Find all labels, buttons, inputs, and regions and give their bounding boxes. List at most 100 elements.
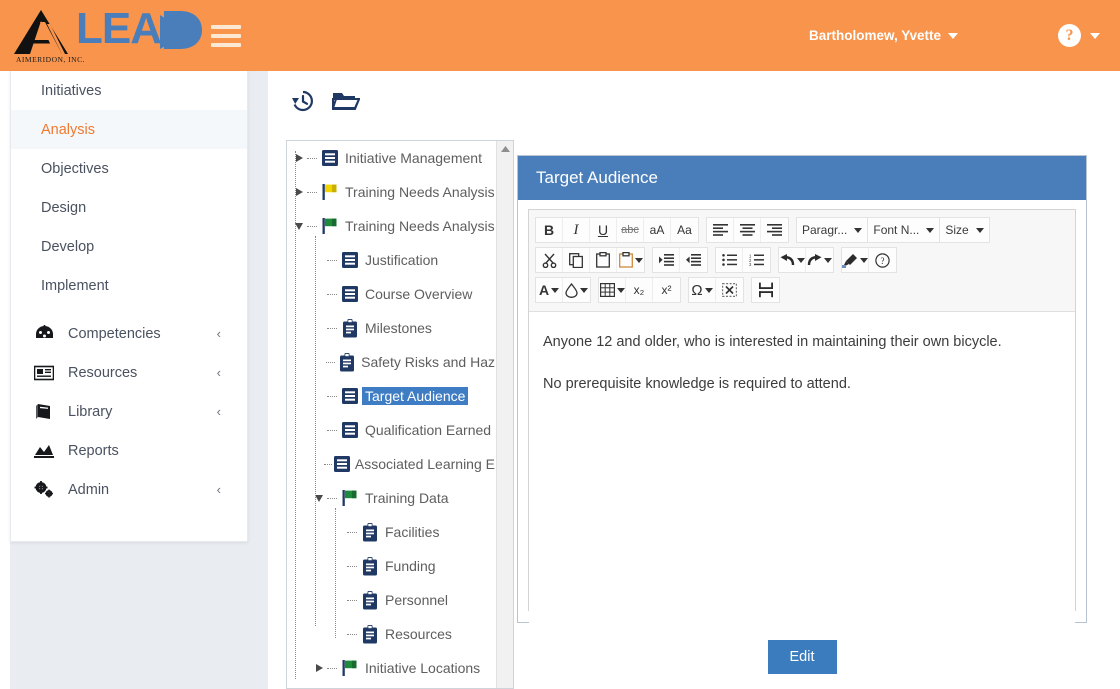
- tree-node[interactable]: Target Audience: [287, 379, 498, 413]
- chevron-down-icon: [824, 257, 832, 263]
- edit-button[interactable]: Edit: [767, 640, 837, 674]
- tree-node-label: Training Needs Analysis: [345, 218, 495, 234]
- paste-icon[interactable]: [590, 248, 617, 272]
- tree-expander-collapsed-icon[interactable]: [291, 187, 307, 197]
- undo-icon[interactable]: [779, 248, 806, 272]
- tree-node[interactable]: Training Needs Analysis: [287, 209, 498, 243]
- underline-icon[interactable]: U: [590, 218, 617, 242]
- help-circle-icon[interactable]: ?: [869, 248, 896, 272]
- hamburger-menu-icon[interactable]: [211, 24, 241, 47]
- user-account-menu[interactable]: Bartholomew, Yvette: [809, 28, 958, 43]
- chevron-down-icon: [975, 227, 984, 233]
- subscript-icon[interactable]: x₂: [626, 278, 653, 302]
- superscript-icon[interactable]: x²: [653, 278, 680, 302]
- sidebar-item-analysis[interactable]: Analysis: [11, 110, 247, 149]
- tree-expander-expanded-icon[interactable]: [291, 222, 307, 231]
- clipboard-icon: [357, 624, 382, 644]
- toolbar-group: A: [535, 277, 591, 303]
- tree-node[interactable]: Training Needs Analysis: [287, 175, 498, 209]
- toolbar-group: Paragr... Font N... Size: [796, 217, 990, 243]
- sidebar-item-admin[interactable]: Admin ‹: [11, 470, 247, 509]
- tree-expander-collapsed-icon[interactable]: [291, 153, 307, 163]
- strikethrough-icon[interactable]: abc: [617, 218, 644, 242]
- brand-logo[interactable]: AIMERIDON, INC. LEA: [10, 4, 202, 64]
- sidebar-item-label: Initiatives: [41, 82, 102, 99]
- tree-node[interactable]: Associated Learning E: [287, 447, 498, 481]
- tree-node[interactable]: Initiative Locations: [287, 651, 498, 685]
- hamburger-bar: [211, 33, 241, 38]
- font-name-select[interactable]: Font N...: [868, 218, 941, 242]
- sidebar-item-reports[interactable]: Reports: [11, 431, 247, 470]
- sidebar-item-develop[interactable]: Develop: [11, 227, 247, 266]
- sidebar-item-resources[interactable]: Resources ‹: [11, 353, 247, 392]
- initiative-tree-panel: Initiative Management Training Needs Anal…: [286, 140, 514, 689]
- tree-vertical-scrollbar[interactable]: [496, 141, 513, 688]
- page-break-icon[interactable]: [752, 278, 779, 302]
- sidebar-item-label: Objectives: [41, 160, 109, 177]
- tree-connector-line: [307, 157, 317, 159]
- select-value: Font N...: [873, 223, 920, 237]
- tree-node[interactable]: Facilities: [287, 515, 498, 549]
- sidebar-item-design[interactable]: Design: [11, 188, 247, 227]
- main-sidebar-nav: Initiatives Analysis Objectives Design Devel…: [10, 71, 248, 542]
- copy-icon[interactable]: [563, 248, 590, 272]
- italic-icon[interactable]: I: [563, 218, 590, 242]
- chevron-down-icon: [854, 227, 863, 233]
- clipboard-icon: [337, 318, 362, 338]
- select-all-icon[interactable]: [716, 278, 743, 302]
- format-painter-icon[interactable]: [842, 248, 869, 272]
- tree-node[interactable]: Qualification Earned: [287, 413, 498, 447]
- numbered-list-icon[interactable]: 123: [743, 248, 770, 272]
- special-character-icon[interactable]: Ω: [689, 278, 716, 302]
- sidebar-item-label: Resources: [68, 364, 138, 381]
- scroll-up-arrow-icon[interactable]: [497, 141, 513, 156]
- clipboard-icon: [335, 352, 358, 372]
- bullet-list-icon[interactable]: [716, 248, 743, 272]
- chevron-left-icon: ‹: [216, 404, 221, 419]
- sidebar-item-label: Library: [68, 403, 113, 420]
- insert-table-icon[interactable]: [599, 278, 626, 302]
- cut-icon[interactable]: [536, 248, 563, 272]
- sidebar-item-library[interactable]: Library ‹: [11, 392, 247, 431]
- chevron-left-icon: ‹: [216, 326, 221, 341]
- tree-node[interactable]: Justification: [287, 243, 498, 277]
- tree-node[interactable]: Initiative Management: [287, 141, 498, 175]
- indent-decrease-icon[interactable]: [680, 248, 707, 272]
- sidebar-item-initiatives[interactable]: Initiatives: [11, 71, 247, 110]
- tree-node[interactable]: Training Data: [287, 481, 498, 515]
- history-icon[interactable]: [290, 88, 316, 119]
- editor-toolbar: B I Uabc aA Aa Paragr... Font N... Size 1 2 3? Ax₂ x…: [529, 210, 1075, 312]
- sidebar-item-competencies[interactable]: Competencies ‹: [11, 314, 247, 353]
- tree-node-label: Milestones: [365, 320, 432, 336]
- sidebar-item-objectives[interactable]: Objectives: [11, 149, 247, 188]
- increase-font-icon[interactable]: Aa: [671, 218, 698, 242]
- align-center-icon[interactable]: [734, 218, 761, 242]
- highlight-color-icon[interactable]: [563, 278, 590, 302]
- admin-gears-icon: [33, 481, 55, 498]
- paste-options-icon[interactable]: [617, 248, 644, 272]
- align-left-icon[interactable]: [707, 218, 734, 242]
- tree-connector-line: [327, 667, 337, 669]
- tree-node[interactable]: Funding: [287, 549, 498, 583]
- sidebar-item-implement[interactable]: Implement: [11, 266, 247, 305]
- paragraph-format-select[interactable]: Paragr...: [797, 218, 869, 242]
- tree-node[interactable]: Personnel: [287, 583, 498, 617]
- font-size-select[interactable]: Size: [940, 218, 988, 242]
- tree-node[interactable]: Resources: [287, 617, 498, 651]
- bold-icon[interactable]: B: [536, 218, 563, 242]
- decrease-font-icon[interactable]: aA: [644, 218, 671, 242]
- tree-node[interactable]: Safety Risks and Haz: [287, 345, 498, 379]
- editor-content-body[interactable]: Anyone 12 and older, who is interested i…: [529, 312, 1075, 632]
- editor-paragraph: No prerequisite knowledge is required to…: [543, 376, 851, 393]
- align-right-icon[interactable]: [761, 218, 788, 242]
- hamburger-bar: [211, 24, 241, 29]
- text-color-icon[interactable]: A: [536, 278, 563, 302]
- tree-node[interactable]: Milestones: [287, 311, 498, 345]
- folder-icon[interactable]: [331, 89, 361, 118]
- indent-increase-icon[interactable]: [653, 248, 680, 272]
- tree-expander-collapsed-icon[interactable]: [311, 663, 327, 673]
- help-menu[interactable]: ?: [1058, 24, 1100, 47]
- redo-icon[interactable]: [806, 248, 833, 272]
- tree-expander-expanded-icon[interactable]: [311, 494, 327, 503]
- tree-node[interactable]: Course Overview: [287, 277, 498, 311]
